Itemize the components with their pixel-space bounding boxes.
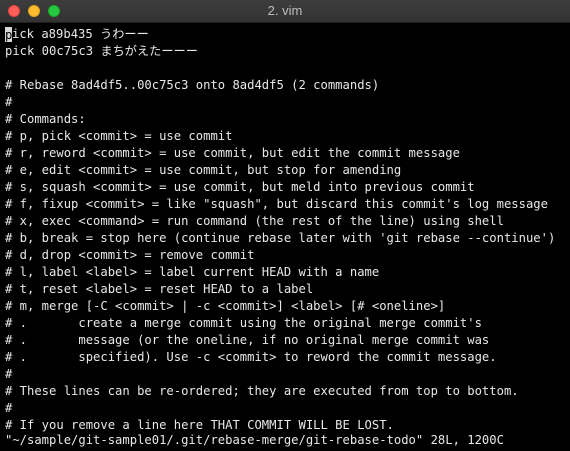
- buffer-line-21[interactable]: #: [5, 366, 567, 383]
- buffer-line-7[interactable]: # p, pick <commit> = use commit: [5, 128, 567, 145]
- buffer-line-14[interactable]: # d, drop <commit> = remove commit: [5, 247, 567, 264]
- buffer-line-9[interactable]: # e, edit <commit> = use commit, but sto…: [5, 162, 567, 179]
- buffer-line-12[interactable]: # x, exec <command> = run command (the r…: [5, 213, 567, 230]
- vim-status-line: "~/sample/git-sample01/.git/rebase-merge…: [5, 433, 504, 447]
- buffer-line-6[interactable]: # Commands:: [5, 111, 567, 128]
- buffer-line-17[interactable]: # m, merge [-C <commit> | -c <commit>] <…: [5, 298, 567, 315]
- buffer-line-22[interactable]: # These lines can be re-ordered; they ar…: [5, 383, 567, 400]
- buffer-line-3[interactable]: [5, 60, 567, 77]
- buffer-line-4[interactable]: # Rebase 8ad4df5..00c75c3 onto 8ad4df5 (…: [5, 77, 567, 94]
- buffer-line-1[interactable]: pick a89b435 うわーー: [5, 26, 567, 43]
- vim-editor-area[interactable]: pick a89b435 うわーー pick 00c75c3 まちがえたーーー …: [0, 23, 570, 451]
- buffer-line-10[interactable]: # s, squash <commit> = use commit, but m…: [5, 179, 567, 196]
- buffer-line-text: ick a89b435 うわーー: [12, 27, 149, 41]
- buffer-line-8[interactable]: # r, reword <commit> = use commit, but e…: [5, 145, 567, 162]
- buffer-line-23[interactable]: #: [5, 400, 567, 417]
- buffer-line-15[interactable]: # l, label <label> = label current HEAD …: [5, 264, 567, 281]
- buffer-line-5[interactable]: #: [5, 94, 567, 111]
- editor-buffer[interactable]: pick a89b435 うわーー pick 00c75c3 まちがえたーーー …: [5, 26, 567, 434]
- buffer-line-16[interactable]: # t, reset <label> = reset HEAD to a lab…: [5, 281, 567, 298]
- buffer-line-19[interactable]: # . message (or the oneline, if no origi…: [5, 332, 567, 349]
- buffer-line-11[interactable]: # f, fixup <commit> = like "squash", but…: [5, 196, 567, 213]
- buffer-line-2[interactable]: pick 00c75c3 まちがえたーーー: [5, 43, 567, 60]
- terminal-window: 2. vim pick a89b435 うわーー pick 00c75c3 まち…: [0, 0, 570, 451]
- buffer-line-13[interactable]: # b, break = stop here (continue rebase …: [5, 230, 567, 247]
- window-title: 2. vim: [267, 3, 303, 18]
- title-bar[interactable]: 2. vim: [0, 0, 570, 23]
- buffer-line-18[interactable]: # . create a merge commit using the orig…: [5, 315, 567, 332]
- buffer-line-20[interactable]: # . specified). Use -c <commit> to rewor…: [5, 349, 567, 366]
- text-cursor: p: [5, 27, 13, 42]
